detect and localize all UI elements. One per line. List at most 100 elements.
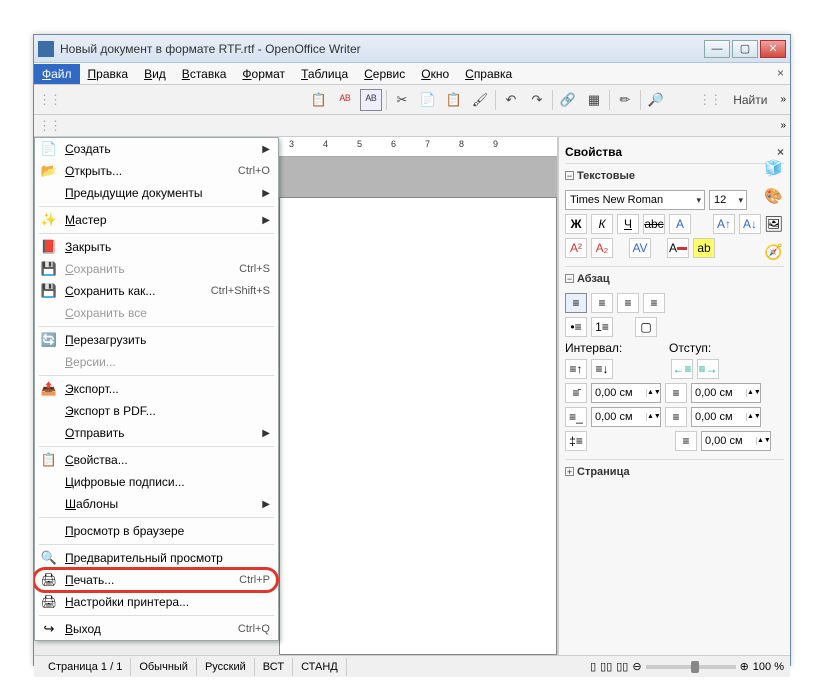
draw-icon[interactable]: ✏ — [614, 89, 636, 111]
highlight-icon[interactable]: ab — [693, 238, 715, 258]
view-book-icon[interactable]: ▯▯ — [616, 660, 628, 673]
decrease-font-icon[interactable]: A↓ — [739, 214, 761, 234]
menu-item-отправить[interactable]: Отправить▶ — [35, 422, 278, 444]
paste-icon[interactable]: 📋 — [308, 89, 330, 111]
status-lang[interactable]: Русский — [197, 658, 255, 676]
menu-item-настройкипринтера[interactable]: 🖨Настройки принтера... — [35, 591, 278, 613]
dec-indent-icon[interactable]: ←≡ — [671, 359, 693, 379]
menu-item-перезагрузить[interactable]: 🔄Перезагрузить — [35, 329, 278, 351]
collapse-icon[interactable]: − — [565, 274, 574, 283]
menu-item-печать[interactable]: 🖨Печать...Ctrl+P — [35, 569, 278, 591]
toolbar-grip[interactable]: ⋮⋮ — [38, 118, 60, 134]
menu-item-сохранитькак[interactable]: 💾Сохранить как...Ctrl+Shift+S — [35, 280, 278, 302]
menu-таблица[interactable]: Таблица — [293, 64, 356, 84]
status-selmode[interactable]: СТАНД — [293, 658, 347, 676]
menu-item-создать[interactable]: 📄Создать▶ — [35, 138, 278, 160]
indent-right-spin[interactable]: ▲▼ — [691, 407, 761, 427]
undo-icon[interactable]: ↶ — [500, 89, 522, 111]
minimize-button[interactable]: — — [704, 40, 730, 58]
close-document-icon[interactable]: × — [777, 66, 784, 80]
shadow-icon[interactable]: A — [669, 214, 691, 234]
menu-item-предыдущиедокументы[interactable]: Предыдущие документы▶ — [35, 182, 278, 204]
expand-icon[interactable]: + — [565, 467, 574, 476]
menu-item-открыть[interactable]: 📂Открыть...Ctrl+O — [35, 160, 278, 182]
menu-окно[interactable]: Окно — [413, 64, 457, 84]
first-line-spin[interactable]: ▲▼ — [701, 431, 771, 451]
styles-tab-icon[interactable]: 🎨 — [764, 187, 784, 207]
find-button[interactable]: Найти — [726, 89, 774, 111]
menu-item-экспорт[interactable]: 📤Экспорт... — [35, 378, 278, 400]
menu-файл[interactable]: Файл — [34, 64, 80, 84]
menu-item-экспортвpdf[interactable]: Экспорт в PDF... — [35, 400, 278, 422]
copy-icon[interactable]: 📄 — [417, 89, 439, 111]
numbering-icon[interactable]: 1≡ — [591, 317, 613, 337]
indent-left-spin[interactable]: ▲▼ — [691, 383, 761, 403]
align-justify-icon[interactable]: ≡ — [643, 293, 665, 313]
zoom-out-icon[interactable]: ⊖ — [632, 660, 641, 673]
inc-indent-icon[interactable]: ≡→ — [697, 359, 719, 379]
menu-вид[interactable]: Вид — [136, 64, 174, 84]
brush-icon[interactable]: 🖌 — [469, 89, 491, 111]
menu-вставка[interactable]: Вставка — [174, 64, 235, 84]
toolbar-grip[interactable]: ⋮⋮ — [38, 92, 60, 108]
increase-font-icon[interactable]: A↑ — [713, 214, 735, 234]
space-below-icon[interactable]: ≡_ — [565, 407, 587, 427]
autospell-icon[interactable]: ᴬᴮ — [360, 89, 382, 111]
underline-icon[interactable]: Ч — [617, 214, 639, 234]
status-style[interactable]: Обычный — [131, 658, 197, 676]
close-button[interactable]: ✕ — [760, 40, 786, 58]
zoom-in-icon[interactable]: ⊕ — [740, 660, 749, 673]
collapse-icon[interactable]: − — [565, 171, 574, 180]
dec-spacing-icon[interactable]: ≡↓ — [591, 359, 613, 379]
bgcolor-icon[interactable]: ▢ — [635, 317, 657, 337]
space-above-spin[interactable]: ▲▼ — [591, 383, 661, 403]
menu-item-просмотрвбраузере[interactable]: Просмотр в браузере — [35, 520, 278, 542]
menu-правка[interactable]: Правка — [80, 64, 137, 84]
bullets-icon[interactable]: •≡ — [565, 317, 587, 337]
cut-icon[interactable]: ✂ — [391, 89, 413, 111]
bold-icon[interactable]: Ж — [565, 214, 587, 234]
horizontal-ruler[interactable]: 3456789 — [279, 137, 557, 157]
toolbar-grip[interactable]: ⋮⋮ — [698, 92, 720, 108]
indent-left-icon[interactable]: ≡ — [665, 383, 687, 403]
sub-icon[interactable]: A₂ — [591, 238, 613, 258]
titlebar[interactable]: Новый документ в формате RTF.rtf - OpenO… — [34, 35, 790, 63]
status-page[interactable]: Страница 1 / 1 — [40, 658, 131, 676]
menu-item-цифровыеподписи[interactable]: Цифровые подписи... — [35, 471, 278, 493]
menu-сервис[interactable]: Сервис — [356, 64, 413, 84]
spacing-icon[interactable]: AV — [629, 238, 651, 258]
toolbar-overflow-icon[interactable]: » — [780, 94, 786, 105]
toolbar-overflow-icon[interactable]: » — [780, 120, 786, 131]
menu-item-выход[interactable]: ↪ВыходCtrl+Q — [35, 618, 278, 640]
menu-формат[interactable]: Формат — [234, 64, 293, 84]
align-center-icon[interactable]: ≡ — [591, 293, 613, 313]
find-icon[interactable]: 🔎 — [645, 89, 667, 111]
menu-item-закрыть[interactable]: 📕Закрыть — [35, 236, 278, 258]
maximize-button[interactable]: ▢ — [732, 40, 758, 58]
space-above-icon[interactable]: ≡̄ — [565, 383, 587, 403]
spellcheck-icon[interactable]: ᴬᴮ — [334, 89, 356, 111]
view-multi-icon[interactable]: ▯▯ — [600, 660, 612, 673]
indent-right-icon[interactable]: ≡ — [665, 407, 687, 427]
menu-справка[interactable]: Справка — [457, 64, 520, 84]
line-spacing-icon[interactable]: ‡≡ — [565, 431, 587, 451]
status-insert[interactable]: ВСТ — [255, 658, 293, 676]
first-line-icon[interactable]: ≡ — [675, 431, 697, 451]
gallery-tab-icon[interactable]: 🖼 — [764, 215, 784, 235]
menu-item-шаблоны[interactable]: Шаблоны▶ — [35, 493, 278, 515]
properties-tab-icon[interactable]: 🧊 — [764, 159, 784, 179]
paste2-icon[interactable]: 📋 — [443, 89, 465, 111]
font-name-combo[interactable]: Times New Roman — [565, 190, 705, 210]
menu-item-предварительныйпросмотр[interactable]: 🔍Предварительный просмотр — [35, 547, 278, 569]
inc-spacing-icon[interactable]: ≡↑ — [565, 359, 587, 379]
menu-item-мастер[interactable]: ✨Мастер▶ — [35, 209, 278, 231]
italic-icon[interactable]: К — [591, 214, 613, 234]
super-icon[interactable]: A² — [565, 238, 587, 258]
font-color-icon[interactable]: A — [667, 238, 689, 258]
zoom-slider[interactable] — [646, 665, 736, 669]
navigator-tab-icon[interactable]: 🧭 — [764, 243, 784, 263]
zoom-value[interactable]: 100 % — [753, 661, 784, 673]
document-page[interactable] — [279, 197, 557, 655]
link-icon[interactable]: 🔗 — [557, 89, 579, 111]
view-single-icon[interactable]: ▯ — [590, 660, 596, 673]
